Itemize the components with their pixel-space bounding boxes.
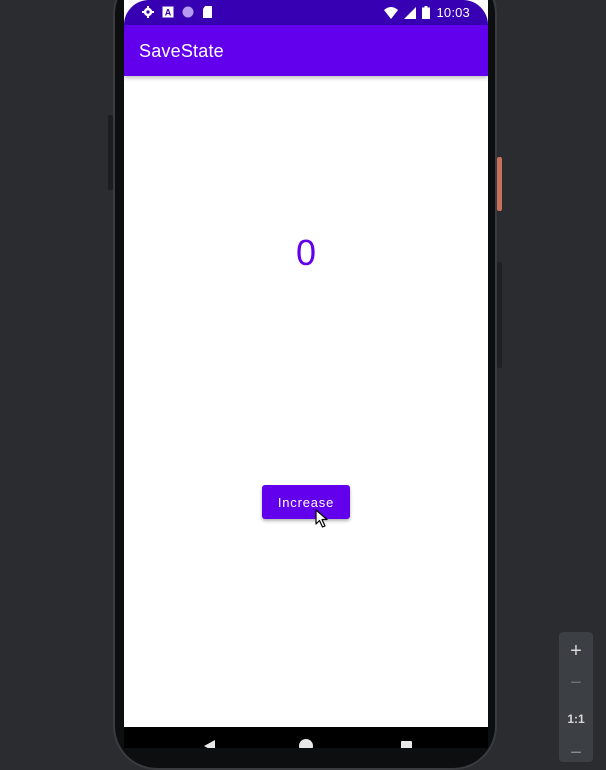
mouse-cursor-icon [315, 509, 328, 528]
page-title: SaveState [139, 41, 224, 61]
circle-icon [182, 6, 194, 18]
zoom-fit-button[interactable]: − [559, 736, 593, 770]
gear-icon [142, 6, 154, 18]
emulator-zoom-toolbar: + − 1:1 − [559, 632, 593, 764]
status-right-icons: 10:03 [384, 5, 470, 20]
back-icon[interactable] [204, 740, 216, 748]
battery-icon [422, 6, 431, 19]
a-box-icon: A [162, 6, 174, 18]
actual-size-button[interactable]: 1:1 [559, 702, 593, 736]
increase-button[interactable]: Increase [262, 485, 350, 519]
status-left-icons: A [142, 6, 214, 18]
recents-icon[interactable] [401, 741, 412, 748]
volume-button[interactable] [497, 262, 502, 368]
counter-value: 0 [295, 232, 317, 273]
sd-card-icon [203, 6, 212, 18]
zoom-in-button[interactable]: + [559, 634, 593, 668]
wifi-icon [384, 6, 399, 19]
status-bar: A 10:03 [124, 0, 488, 25]
signal-icon [404, 6, 417, 19]
nav-bar [124, 727, 488, 748]
power-button[interactable] [497, 157, 502, 211]
device-screen: A 10:03 SaveState 0 Increase [124, 0, 488, 748]
zoom-out-button[interactable]: − [559, 666, 593, 700]
status-time: 10:03 [436, 5, 470, 20]
app-bar: SaveState [124, 25, 488, 76]
svg-text:A: A [165, 8, 172, 18]
home-icon[interactable] [299, 739, 313, 748]
